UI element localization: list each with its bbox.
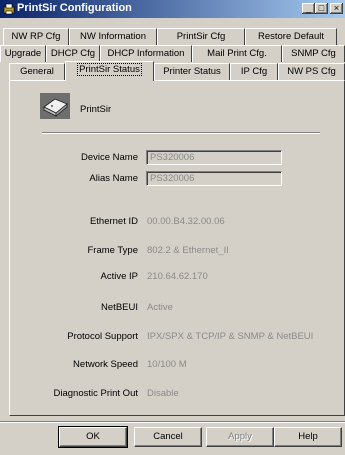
tab-label: Restore Default bbox=[257, 31, 324, 42]
ok-button[interactable]: OK bbox=[58, 426, 128, 448]
tab-label: PrintSir Cfg bbox=[176, 31, 226, 42]
tab-label: General bbox=[20, 66, 54, 77]
alias-name-label-text: Alias Name bbox=[89, 173, 138, 184]
tab-label: IP Cfg bbox=[240, 66, 268, 77]
app-icon bbox=[3, 3, 15, 15]
tab-general[interactable]: General bbox=[9, 63, 65, 80]
diagnostic-print-out-value: Disable bbox=[147, 388, 179, 399]
protocol-support-label: Protocol Support bbox=[67, 331, 138, 342]
protocol-support-value: IPX/SPX & TCP/IP & SNMP & NetBEUI bbox=[147, 331, 314, 342]
configuration-window: PrintSir Configuration _ □ × NW RP Cfg N… bbox=[0, 0, 345, 455]
tab-printer-status[interactable]: Printer Status bbox=[154, 63, 230, 80]
tab-mail-print-cfg[interactable]: Mail Print Cfg. bbox=[192, 45, 282, 62]
tab-nw-rp-cfg[interactable]: NW RP Cfg bbox=[3, 28, 69, 45]
network-speed-label: Network Speed bbox=[73, 359, 138, 370]
tab-printsir-status[interactable]: PrintSir Status bbox=[65, 61, 154, 81]
diagnostic-print-out-label: Diagnostic Print Out bbox=[53, 388, 138, 399]
ethernet-id-value: 00.00.B4.32.00.06 bbox=[147, 216, 225, 227]
window-title: PrintSir Configuration bbox=[17, 2, 132, 14]
alias-name-field: PS320006 bbox=[146, 171, 282, 186]
active-ip-label: Active IP bbox=[100, 271, 139, 282]
frame-type-value: 802.2 & Ethernet_II bbox=[147, 245, 229, 256]
alias-name-value: PS320006 bbox=[150, 173, 195, 184]
maximize-icon: □ bbox=[318, 3, 325, 13]
tab-ip-cfg[interactable]: IP Cfg bbox=[230, 63, 278, 80]
ok-button-label: OK bbox=[86, 431, 100, 442]
printsir-status-panel: PrintSir Device Name PS320006 Alias Name… bbox=[9, 80, 345, 416]
tab-dhcp-cfg[interactable]: DHCP Cfg bbox=[46, 45, 100, 62]
close-icon: × bbox=[333, 3, 340, 13]
help-button-label: Help bbox=[298, 431, 318, 442]
minimize-icon: _ bbox=[305, 3, 311, 13]
bottom-separator bbox=[0, 421, 345, 423]
cancel-button-label: Cancel bbox=[153, 431, 183, 442]
device-name-label: PrintSir bbox=[80, 104, 112, 115]
frame-type-label: Frame Type bbox=[87, 245, 138, 256]
tab-label: NW Information bbox=[80, 31, 146, 42]
minimize-button[interactable]: _ bbox=[302, 3, 315, 14]
tab-upgrade[interactable]: Upgrade bbox=[0, 45, 46, 62]
separator bbox=[42, 132, 320, 134]
tab-label: NW PS Cfg bbox=[287, 66, 336, 77]
ethernet-id-label: Ethernet ID bbox=[89, 216, 138, 227]
printer-icon bbox=[40, 93, 70, 119]
tab-dhcp-information[interactable]: DHCP Information bbox=[100, 45, 192, 62]
tab-label: NW RP Cfg bbox=[11, 31, 61, 42]
tab-snmp-cfg[interactable]: SNMP Cfg bbox=[282, 45, 345, 62]
device-name-value: PS320006 bbox=[150, 152, 195, 163]
active-ip-value: 210.64.62.170 bbox=[147, 271, 208, 282]
close-button[interactable]: × bbox=[330, 3, 343, 14]
apply-button[interactable]: Apply bbox=[206, 427, 274, 447]
tab-label: DHCP Cfg bbox=[50, 48, 96, 59]
tab-label: Printer Status bbox=[163, 66, 221, 77]
tab-label: PrintSir Status bbox=[77, 63, 142, 76]
apply-button-label: Apply bbox=[228, 431, 252, 442]
network-speed-value: 10/100 M bbox=[147, 359, 187, 370]
tab-printsir-cfg[interactable]: PrintSir Cfg bbox=[157, 28, 245, 45]
device-name-field: PS320006 bbox=[146, 150, 282, 165]
tab-nw-information[interactable]: NW Information bbox=[69, 28, 157, 45]
tab-restore-default[interactable]: Restore Default bbox=[245, 28, 337, 45]
cancel-button[interactable]: Cancel bbox=[134, 427, 202, 447]
tab-label: DHCP Information bbox=[107, 48, 185, 59]
tab-label: SNMP Cfg bbox=[291, 48, 336, 59]
title-bar[interactable]: PrintSir Configuration _ □ × bbox=[0, 0, 345, 18]
netbeui-label: NetBEUI bbox=[101, 302, 138, 313]
tab-label: Mail Print Cfg. bbox=[207, 48, 267, 59]
tab-label: Upgrade bbox=[4, 48, 42, 59]
device-name-label-text: Device Name bbox=[80, 152, 138, 163]
tab-nw-ps-cfg[interactable]: NW PS Cfg bbox=[278, 63, 345, 80]
help-button[interactable]: Help bbox=[274, 427, 342, 447]
netbeui-value: Active bbox=[147, 302, 173, 313]
maximize-button[interactable]: □ bbox=[315, 3, 328, 14]
